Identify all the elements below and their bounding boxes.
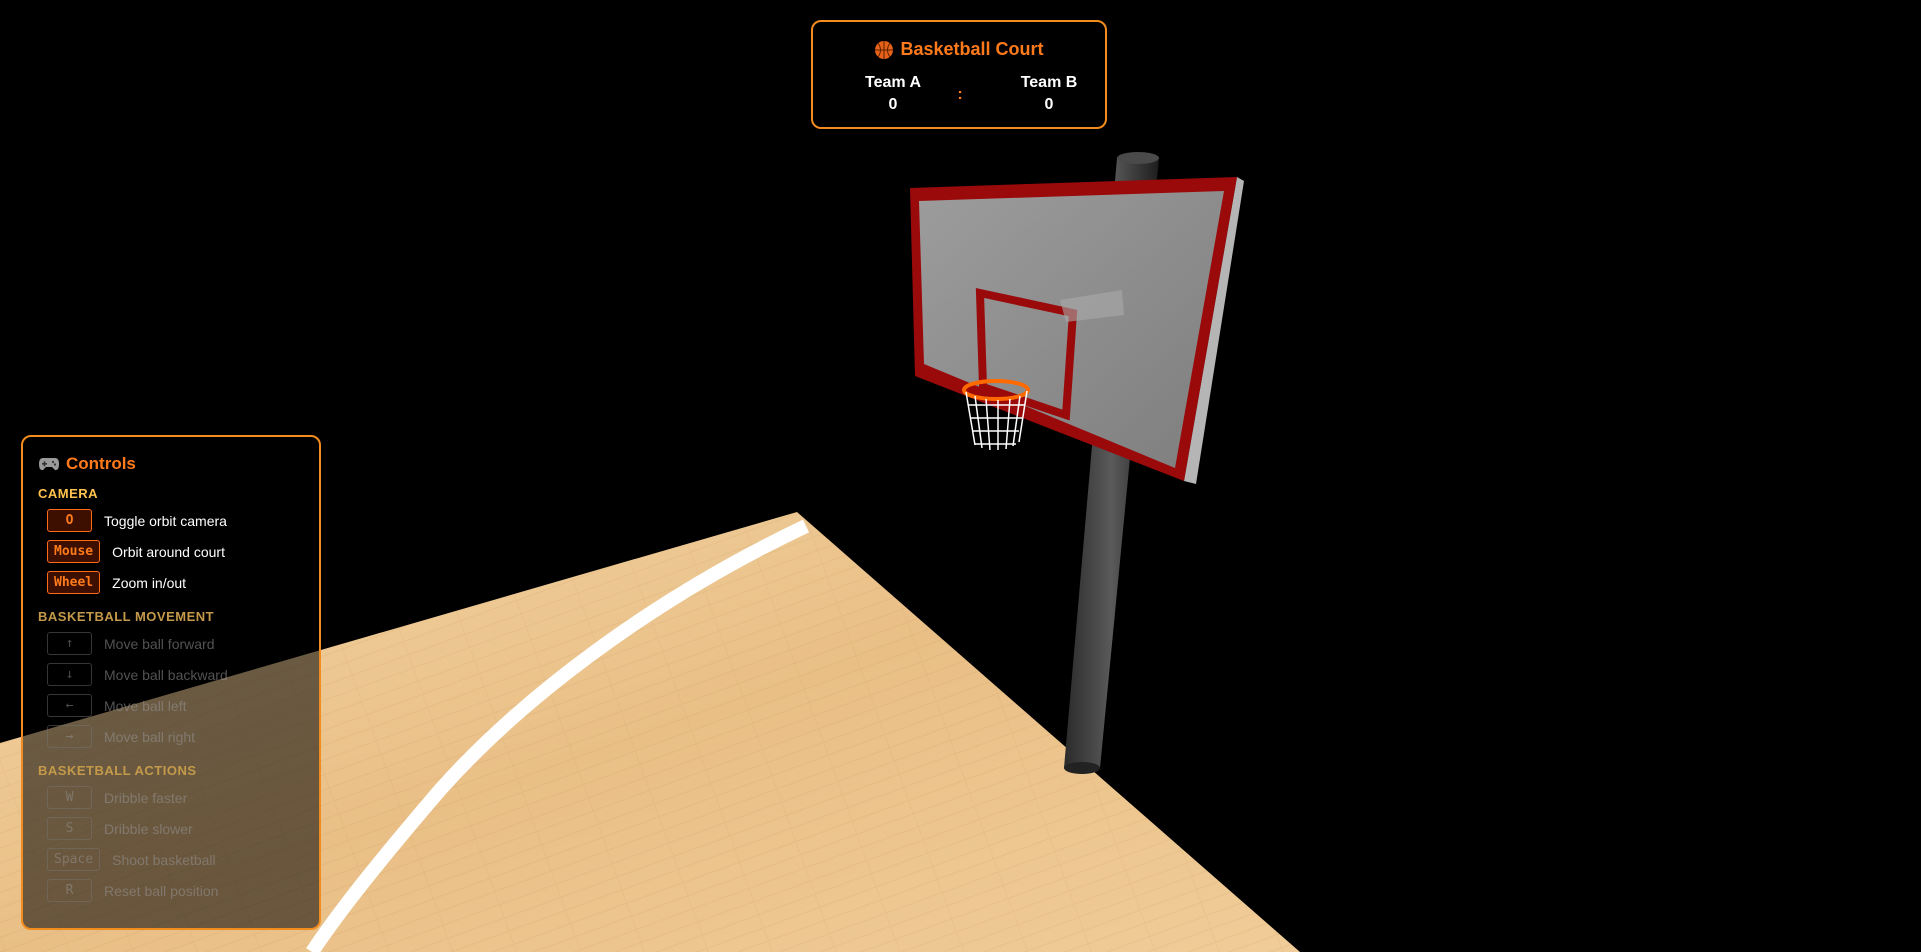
gamepad-icon [39,458,59,471]
key-s: S [47,817,92,840]
control-label: Zoom in/out [112,574,187,591]
control-row: Mouse Orbit around court [47,540,225,563]
team-a-score: 0 [888,96,898,113]
control-row: S Dribble slower [47,817,193,840]
team-b: Team B 0 [989,74,1109,114]
scoreboard: Basketball Court Team A 0 : Team B 0 [811,20,1107,129]
key-mouse: Mouse [47,540,101,563]
key-arrow-down: ↓ [47,663,92,686]
section-actions: BASKETBALL ACTIONS [38,763,197,778]
control-label: Move ball right [104,728,196,745]
control-row: ↓ Move ball backward [47,663,228,686]
scoreboard-title: Basketball Court [813,39,1105,60]
controls-panel: Controls CAMERA O Toggle orbit camera Mo… [21,435,321,930]
section-movement: BASKETBALL MOVEMENT [38,609,215,624]
control-row: Space Shoot basketball [47,848,216,871]
team-a-name: Team A [864,74,921,91]
control-label: Move ball backward [104,666,228,683]
team-a: Team A 0 [833,74,953,114]
key-o: O [47,509,92,532]
control-label: Reset ball position [104,882,219,899]
control-row: O Toggle orbit camera [47,509,227,532]
control-row: W Dribble faster [47,786,187,809]
control-label: Toggle orbit camera [104,512,227,529]
control-row: R Reset ball position [47,879,218,902]
section-camera: CAMERA [38,486,99,501]
control-row: → Move ball right [47,725,195,748]
control-label: Dribble slower [104,820,193,837]
backboard [910,177,1244,484]
key-arrow-right: → [47,725,92,748]
key-w: W [47,786,92,809]
team-b-name: Team B [1020,74,1078,91]
control-row: ← Move ball left [47,694,186,717]
control-row: Wheel Zoom in/out [47,571,186,594]
control-label: Dribble faster [104,789,188,806]
score-separator: : [957,86,963,103]
basketball-icon [875,40,894,59]
control-label: Orbit around court [112,543,225,560]
controls-title-text: Controls [66,454,136,473]
control-row: ↑ Move ball forward [47,632,215,655]
key-r: R [47,879,92,902]
scoreboard-title-text: Basketball Court [900,39,1044,59]
key-arrow-left: ← [47,694,92,717]
key-space: Space [47,848,101,871]
control-label: Shoot basketball [112,851,216,868]
control-label: Move ball left [104,697,187,714]
key-wheel: Wheel [47,571,101,594]
controls-title: Controls [38,454,136,474]
control-label: Move ball forward [104,635,215,652]
team-b-score: 0 [1044,96,1054,113]
key-arrow-up: ↑ [47,632,92,655]
